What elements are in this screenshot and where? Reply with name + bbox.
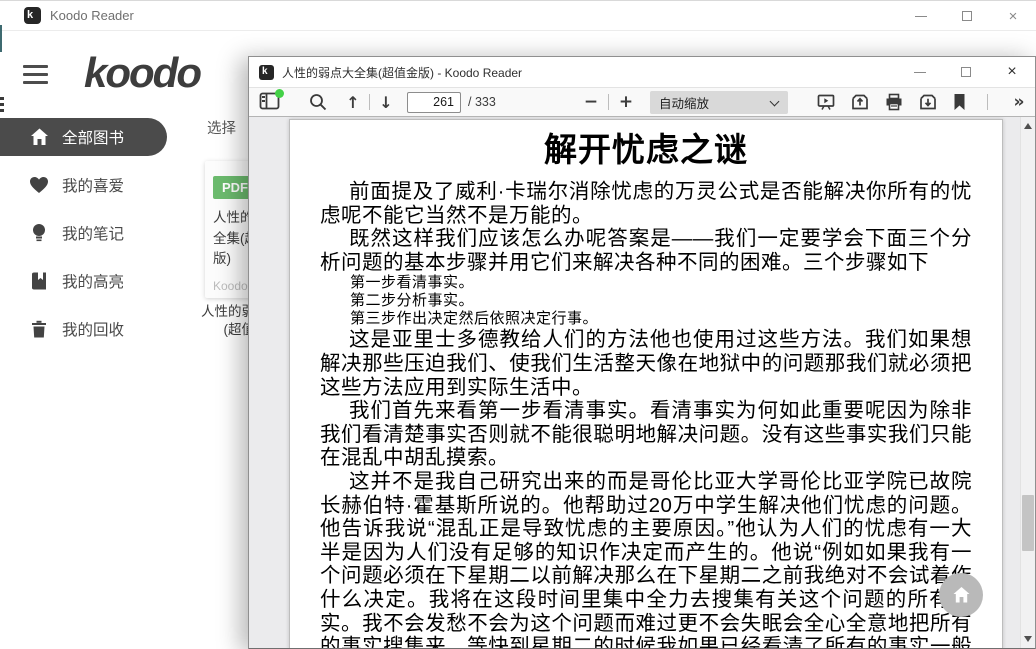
main-window-controls: × <box>898 1 1036 31</box>
paragraph: 这是亚里士多德教给人们的方法他也使用过这些方法。我们如果想解决那些压迫我们、使我… <box>320 328 972 399</box>
book-icon <box>29 271 49 291</box>
paragraph: 我们首先来看第一步看清事实。看清事实为何如此重要呢因为除非我们看清楚事实否则就不… <box>320 399 972 470</box>
maximize-icon <box>962 11 972 21</box>
presentation-mode-button[interactable] <box>817 89 835 115</box>
close-icon: × <box>1007 64 1016 80</box>
open-file-icon <box>851 93 869 111</box>
pdf-reader-window: k 人性的弱点大全集(超值金版) - Koodo Reader × <box>248 56 1036 649</box>
sidebar-item-label: 我的喜爱 <box>62 174 124 196</box>
close-button[interactable]: × <box>990 1 1036 31</box>
heart-icon <box>29 175 49 195</box>
sidebar-item-all-books[interactable]: 全部图书 <box>0 118 167 156</box>
step-item: 第一步看清事实。 <box>350 274 972 292</box>
paragraph: 前面提及了威利·卡瑞尔消除忧虑的万灵公式是否能解决你所有的忧虑呢不能它当然不是万… <box>320 180 972 227</box>
step-item: 第三步作出决定然后依照决定行事。 <box>350 310 972 328</box>
search-button[interactable] <box>309 89 327 115</box>
open-file-button[interactable] <box>851 89 869 115</box>
chevron-down-icon <box>770 96 780 106</box>
toolbar-separator <box>608 94 609 110</box>
minimize-button[interactable] <box>898 1 944 31</box>
steps-list: 第一步看清事实。 第二步分析事实。 第三步作出决定然后依照决定行事。 <box>320 274 972 328</box>
bookmark-button[interactable] <box>953 89 966 115</box>
toggle-sidebar-button[interactable] <box>259 89 283 115</box>
next-page-button[interactable]: ↓ <box>375 89 397 115</box>
sidebar-item-label: 我的回收 <box>62 318 124 340</box>
pdf-page: 解开忧虑之谜 前面提及了威利·卡瑞尔消除忧虑的万灵公式是否能解决你所有的忧虑呢不… <box>289 119 1003 648</box>
zoom-in-icon: + <box>619 92 633 112</box>
select-button[interactable]: 选择 <box>207 117 236 138</box>
screen-edge-artifact <box>0 103 4 106</box>
print-button[interactable] <box>885 89 903 115</box>
sidebar-item-label: 我的高亮 <box>62 270 124 292</box>
minimize-icon <box>914 72 926 73</box>
double-chevron-right-icon: » <box>1014 92 1025 112</box>
koodo-app-icon: k <box>259 65 274 80</box>
book-cover-publisher: Koodo <box>213 279 248 293</box>
back-to-library-button[interactable] <box>939 573 983 617</box>
close-button[interactable]: × <box>989 57 1035 87</box>
sidebar-item-highlights[interactable]: 我的高亮 <box>0 262 200 300</box>
print-icon <box>885 93 903 111</box>
scroll-down-arrow-icon[interactable] <box>1024 636 1032 642</box>
home-icon <box>952 586 971 604</box>
sidebar-item-trash[interactable]: 我的回收 <box>0 310 200 348</box>
screen: k Koodo Reader × koodo 全部图书 <box>0 0 1036 649</box>
presentation-icon <box>817 93 835 111</box>
page-body: 前面提及了威利·卡瑞尔消除忧虑的万灵公式是否能解决你所有的忧虑呢不能它当然不是万… <box>320 180 972 648</box>
screen-edge-artifact <box>0 97 4 100</box>
paragraph: 这并不是我自己研究出来的而是哥伦比亚大学哥伦比亚学院已故院长赫伯特·霍基斯所说的… <box>320 470 972 648</box>
more-tools-button[interactable]: » <box>1009 89 1029 115</box>
maximize-icon <box>961 67 971 77</box>
reader-window-controls: × <box>897 57 1035 87</box>
sidebar-nav: 全部图书 我的喜爱 我的笔记 我的高亮 <box>0 118 200 358</box>
arrow-down-icon: ↓ <box>379 93 392 112</box>
trash-icon <box>29 319 49 339</box>
main-titlebar: k Koodo Reader × <box>0 1 1036 31</box>
bookmark-icon <box>953 93 966 111</box>
previous-page-button[interactable]: ↑ <box>342 89 364 115</box>
main-window-title: Koodo Reader <box>50 8 134 23</box>
page-number-input[interactable] <box>407 92 461 113</box>
vertical-scrollbar[interactable] <box>1020 117 1035 648</box>
close-icon: × <box>1009 9 1018 24</box>
home-icon <box>29 127 49 147</box>
scrollbar-thumb[interactable] <box>1022 495 1034 551</box>
minimize-button[interactable] <box>897 57 943 87</box>
save-button[interactable] <box>919 89 937 115</box>
maximize-button[interactable] <box>944 1 990 31</box>
pdf-viewer-area: 解开忧虑之谜 前面提及了威利·卡瑞尔消除忧虑的万灵公式是否能解决你所有的忧虑呢不… <box>249 117 1035 648</box>
scroll-up-arrow-icon[interactable] <box>1024 123 1032 129</box>
download-icon <box>919 93 937 111</box>
zoom-mode-value: 自动缩放 <box>659 93 709 112</box>
menu-hamburger-icon[interactable] <box>23 65 48 89</box>
zoom-out-icon: − <box>584 92 598 112</box>
arrow-up-icon: ↑ <box>346 93 359 112</box>
status-dot <box>275 89 284 98</box>
koodo-app-icon: k <box>24 7 41 24</box>
page-total-label: / 333 <box>468 95 496 109</box>
maximize-button[interactable] <box>943 57 989 87</box>
reader-window-title: 人性的弱点大全集(超值金版) - Koodo Reader <box>282 64 522 81</box>
search-icon <box>309 93 327 111</box>
zoom-in-button[interactable]: + <box>614 89 638 115</box>
chapter-heading: 解开忧虑之谜 <box>320 130 972 170</box>
sidebar-item-favorites[interactable]: 我的喜爱 <box>0 166 200 204</box>
screen-edge-artifact <box>0 25 2 52</box>
step-item: 第二步分析事实。 <box>350 292 972 310</box>
minimize-icon <box>915 16 927 17</box>
zoom-mode-select[interactable]: 自动缩放 <box>650 91 788 114</box>
sidebar-item-label: 我的笔记 <box>62 222 124 244</box>
sidebar-item-label: 全部图书 <box>62 126 124 148</box>
reader-titlebar: k 人性的弱点大全集(超值金版) - Koodo Reader × <box>249 57 1035 87</box>
lightbulb-icon <box>29 223 49 243</box>
screen-edge-artifact <box>0 109 4 112</box>
pdf-toolbar: ↑ ↓ / 333 − + 自动缩放 <box>249 87 1035 117</box>
koodo-logo: koodo <box>84 49 200 97</box>
toolbar-separator <box>987 94 988 110</box>
paragraph: 既然这样我们应该怎么办呢答案是——我们一定要学会下面三个分析问题的基本步骤并用它… <box>320 227 972 274</box>
zoom-out-button[interactable]: − <box>579 89 603 115</box>
toolbar-separator <box>369 94 370 110</box>
sidebar-item-notes[interactable]: 我的笔记 <box>0 214 200 252</box>
